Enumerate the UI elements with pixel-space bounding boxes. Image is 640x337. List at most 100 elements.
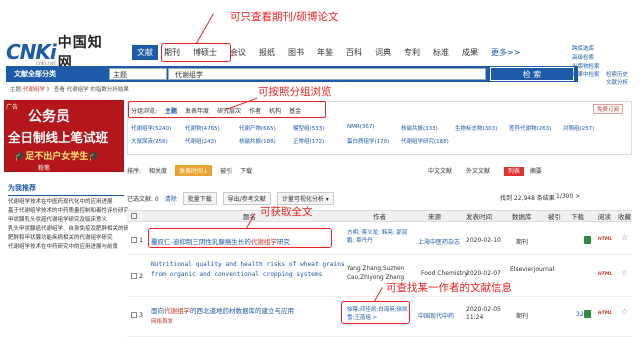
group-term[interactable]: 大鼠尿液(256) [131, 137, 185, 145]
group-row-2: 大鼠尿液(256) 代谢组(243) 核磁共振(188) 正常组(172) 蛋白… [131, 137, 455, 145]
group-term[interactable]: 代谢物(4765) [185, 124, 239, 132]
index-analysis-link[interactable]: 查看 代谢组学 的指数分析结果 [54, 87, 129, 93]
col-author[interactable]: 作者 [373, 211, 386, 221]
col-source[interactable]: 来源 [428, 211, 441, 221]
sort-download[interactable]: 下载 [240, 166, 252, 175]
group-term[interactable]: 生物标志物(303) [455, 124, 509, 132]
abstract-view-toggle[interactable]: 摘要 [530, 168, 542, 175]
group-term[interactable]: 代谢产物(665) [239, 124, 293, 132]
nav-item-biaozhun[interactable]: 标准 [433, 47, 449, 58]
favorite-star-icon[interactable]: ☆ [621, 307, 628, 316]
crumb-term[interactable]: 代谢组学 [23, 87, 45, 93]
nav-item-nianjian[interactable]: 年鉴 [317, 47, 333, 58]
col-fav: 收藏 [618, 213, 631, 221]
title-highlight: 代谢组学 [164, 307, 190, 315]
html-read-icon[interactable]: HTML [598, 272, 612, 277]
sort-bar: 排序: 相关度 发表时间↓ 被引 下载 [127, 163, 632, 177]
annotation-coauthor: 可查找某一作者的文献信息 [386, 282, 512, 294]
ad-tag: 广告 [6, 104, 19, 111]
col-date[interactable]: 发表时间 [466, 211, 492, 221]
selected-count: 已选文献: 0 [127, 195, 159, 203]
row-checkbox[interactable] [131, 312, 137, 318]
recommend-item[interactable]: 基于代谢组学技术的中药质量控制和毒性评价研究进展 [8, 207, 128, 216]
nav-item-wenxian[interactable]: 文献 [132, 44, 158, 60]
html-read-icon[interactable]: HTML [598, 237, 612, 242]
recommend-item[interactable]: 甲状腺乳头状癌代谢组学研究及临床意义 [8, 216, 128, 225]
chinese-docs-toggle[interactable]: 中文文献 [428, 168, 452, 175]
ad-slogan: 🎓足不出户女学生🎓 [14, 152, 100, 162]
cnki-logo[interactable]: CNKi 中国知网 cnki.net [6, 35, 104, 71]
html-read-icon[interactable]: HTML [598, 311, 612, 316]
ad-banner[interactable]: 广告 公务员 全日制线上笔试班 🎓足不出户女学生🎓 粉笔 [4, 100, 124, 172]
download-icon[interactable] [584, 236, 591, 244]
recommend-item[interactable]: 肥胖和甲状腺功能疾病相关的代谢组学研究 [8, 234, 128, 243]
top-right-links: 跨库选库 高级检索 出版物检索 [572, 45, 636, 72]
download-count[interactable]: 32 [576, 311, 584, 318]
nav-item-more[interactable]: 更多>> [491, 47, 520, 58]
col-cited[interactable]: 被引 [548, 211, 561, 221]
favorite-star-icon[interactable]: ☆ [621, 233, 628, 242]
author-list[interactable]: 方明; 蒋义龙; 韩亮; 郭润鹏; 章丹丹 [347, 229, 409, 245]
source-link[interactable]: Food Chemistry [421, 270, 468, 277]
breadcrumb: 主题:代谢组学 》 查看 代谢组学 的指数分析结果 [10, 85, 129, 93]
nav-item-tushu[interactable]: 图书 [288, 47, 304, 58]
nav-item-zhuanli[interactable]: 专利 [404, 47, 420, 58]
group-term[interactable]: 模型组(533) [293, 124, 347, 132]
group-term[interactable]: 正常组(172) [293, 137, 347, 145]
group-term[interactable]: 核磁共振(333) [401, 124, 455, 132]
col-download[interactable]: 下载 [571, 211, 584, 221]
favorite-star-icon[interactable]: ☆ [621, 268, 628, 277]
group-term[interactable]: 代谢组(243) [185, 137, 239, 145]
list-view-toggle[interactable]: 列表 [503, 167, 524, 176]
clear-link[interactable]: 清除 [165, 194, 177, 203]
analysis-link[interactable]: 文献分析 [606, 78, 628, 86]
nav-item-cidian[interactable]: 词典 [375, 47, 391, 58]
page-indicator[interactable]: 1/300 > [556, 193, 580, 200]
nav-item-baike[interactable]: 百科 [346, 47, 362, 58]
result-title-link[interactable]: Nutritional quality and health risks of … [151, 260, 347, 280]
group-term[interactable]: 代谢组学研究(168) [401, 137, 455, 145]
title-text: 面向 [151, 307, 164, 315]
search-button[interactable]: 检 索 [490, 67, 574, 81]
recommend-item[interactable]: 乳头甲状腺癌代谢组学、自身免疫及肥胖相关的研究 [8, 225, 128, 234]
sort-relevance[interactable]: 相关度 [149, 166, 167, 175]
ad-title: 公务员 [28, 109, 70, 125]
group-term[interactable]: 代谢组学(5240) [131, 124, 185, 132]
sort-cited[interactable]: 被引 [220, 166, 232, 175]
row-checkbox[interactable] [131, 237, 137, 243]
source-link[interactable]: 上海中医药杂志 [418, 237, 460, 246]
foreign-docs-toggle[interactable]: 外文文献 [466, 168, 490, 175]
batch-download-button[interactable]: 批量下载 [182, 191, 217, 205]
search-in-results-link[interactable]: 结果中检索 [572, 70, 600, 78]
group-term[interactable]: 核磁共振(188) [239, 137, 293, 145]
free-subscribe-button[interactable]: 免费订阅 [593, 104, 624, 114]
visual-analysis-button[interactable]: 计量可视化分析 ▾ [276, 191, 334, 205]
search-input[interactable]: 代谢组学 [168, 68, 486, 80]
search-history-link[interactable]: 检索历史 [606, 70, 628, 78]
group-row-1: 代谢组学(5240) 代谢物(4765) 代谢产物(665) 模型组(533) … [131, 124, 617, 132]
crumb-prefix: 主题: [10, 87, 23, 93]
select-all-checkbox[interactable] [131, 213, 137, 219]
recommend-item[interactable]: 代谢组学技术在中医药现代化中的应用进展 [8, 198, 128, 207]
category-selector[interactable]: 文献全部分类 [6, 66, 106, 82]
group-term[interactable]: NMR(367) [347, 124, 401, 132]
source-link[interactable]: 中国现代中药 [418, 311, 454, 320]
field-select[interactable]: 主题 [109, 68, 167, 80]
sort-label: 排序: [127, 167, 142, 175]
group-term[interactable]: 对照组(257) [563, 124, 617, 132]
cross-db-link[interactable]: 跨库选库 [572, 45, 636, 54]
recommend-item[interactable]: 代谢组学技术在中药研究中的应用进展与前景 [8, 243, 128, 252]
col-db[interactable]: 数据库 [512, 211, 532, 221]
pub-date: 2020-02-10 [466, 237, 501, 244]
nav-item-baozhi[interactable]: 报纸 [259, 47, 275, 58]
advanced-search-link[interactable]: 高级检索 [572, 55, 594, 61]
row-checkbox[interactable] [131, 273, 137, 279]
export-button[interactable]: 导出/参考文献 [222, 191, 271, 205]
sort-date[interactable]: 发表时间↓ [175, 164, 213, 176]
result-title-link[interactable]: 面向代谢组学的西北道地药材数据库的建立与应用 [151, 305, 294, 315]
group-term[interactable]: 差异代谢物(263) [509, 124, 563, 132]
group-term[interactable]: 蛋白质组学(170) [347, 137, 401, 145]
download-icon[interactable] [584, 310, 591, 318]
nav-item-chengguo[interactable]: 成果 [462, 47, 478, 58]
nav-item-huiyi[interactable]: 会议 [230, 47, 246, 58]
